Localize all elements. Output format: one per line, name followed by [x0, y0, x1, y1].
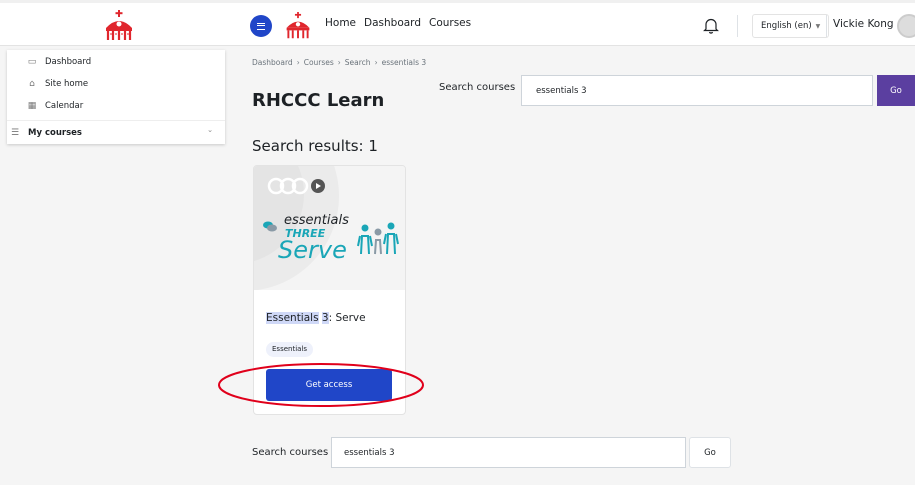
page: Home Dashboard Courses English (en) ▼ Vi…	[0, 0, 915, 485]
course-title-rest: : Serve	[328, 312, 366, 324]
search-courses-input[interactable]	[331, 437, 686, 468]
chevron-down-icon: ⌄	[207, 126, 213, 134]
drawer-item-site-home[interactable]: ⌂ Site home	[7, 73, 225, 95]
bell-icon[interactable]	[703, 17, 719, 34]
course-title[interactable]: Essentials 3: Serve	[266, 312, 366, 324]
search-go-button[interactable]: Go	[877, 75, 915, 106]
breadcrumb: Dashboard › Courses › Search › essential…	[252, 58, 426, 67]
image-text-serve: Serve	[278, 236, 347, 264]
church-logo-icon[interactable]	[102, 10, 136, 42]
drawer-item-label: Calendar	[45, 101, 84, 111]
search-courses-input[interactable]	[521, 75, 873, 106]
breadcrumb-separator: ›	[374, 58, 378, 67]
navbar-divider	[737, 15, 738, 37]
breadcrumb-courses[interactable]: Courses	[304, 58, 334, 67]
drawer-item-my-courses[interactable]: ☰ My courses ⌄	[7, 122, 225, 144]
home-icon: ⌂	[29, 79, 35, 89]
image-text-essentials: essentials	[284, 213, 349, 228]
breadcrumb-separator: ›	[296, 58, 300, 67]
search-highlight: Essentials	[266, 312, 319, 324]
table-icon: ▭	[27, 57, 37, 67]
nav-link-dashboard[interactable]: Dashboard	[364, 17, 421, 29]
list-icon: ☰	[10, 128, 20, 138]
drawer-item-dashboard[interactable]: ▭ Dashboard	[7, 51, 225, 73]
course-image[interactable]: essentials THREE Serve	[254, 166, 405, 290]
primary-navigation: Home Dashboard Courses	[325, 17, 471, 29]
language-menu[interactable]: English (en) ▼	[752, 14, 830, 38]
drawer-item-label: Site home	[45, 79, 89, 89]
user-avatar-icon[interactable]	[897, 14, 915, 38]
breadcrumb-search[interactable]: Search	[345, 58, 371, 67]
nav-link-courses[interactable]: Courses	[429, 17, 471, 29]
navbar-divider	[826, 15, 827, 37]
search-courses-label: Search courses	[439, 82, 516, 93]
course-category-tag[interactable]: Essentials	[266, 342, 314, 357]
breadcrumb-separator: ›	[337, 58, 341, 67]
caret-down-icon: ▼	[815, 22, 821, 30]
drawer-item-label: Dashboard	[45, 57, 92, 67]
drawer-item-label: My courses	[28, 128, 82, 138]
get-access-button[interactable]: Get access	[266, 369, 392, 401]
church-logo-icon[interactable]	[283, 12, 313, 40]
user-name[interactable]: Vickie Kong	[833, 18, 894, 30]
search-go-button[interactable]: Go	[689, 437, 731, 468]
course-card: essentials THREE Serve Essentials 3: Ser…	[253, 165, 406, 415]
nav-link-home[interactable]: Home	[325, 17, 356, 29]
language-label: English (en)	[761, 21, 812, 31]
top-navbar: Home Dashboard Courses English (en) ▼ Vi…	[0, 0, 915, 46]
breadcrumb-dashboard[interactable]: Dashboard	[252, 58, 293, 67]
breadcrumb-current: essentials 3	[381, 58, 427, 67]
search-courses-label: Search courses	[252, 447, 329, 458]
course-index-drawer: ▭ Dashboard ⌂ Site home ▦ Calendar ☰ My …	[7, 50, 225, 144]
calendar-icon: ▦	[27, 101, 37, 111]
menu-icon	[257, 22, 265, 30]
drawer-item-calendar[interactable]: ▦ Calendar	[7, 95, 225, 117]
drawer-divider	[7, 120, 225, 121]
drawer-toggle-button[interactable]	[250, 15, 272, 37]
search-highlight: 3	[321, 312, 329, 324]
page-title: RHCCC Learn	[252, 90, 385, 111]
search-results-heading: Search results: 1	[252, 137, 378, 155]
